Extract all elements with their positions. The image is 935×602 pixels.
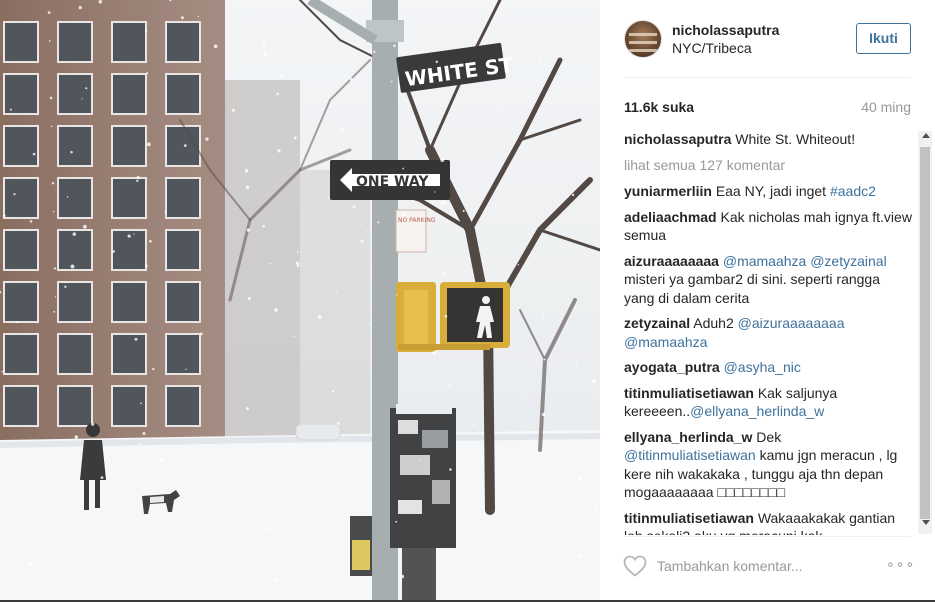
comment-username[interactable]: aizuraaaaaaaa — [624, 253, 719, 269]
comment-item: zetyzainal Aduh2 @aizuraaaaaaaa @mamaahz… — [624, 314, 912, 351]
caption-text: White St. Whiteout! — [735, 131, 856, 147]
mention-link[interactable]: @mamaahza — [723, 253, 806, 269]
comment-item: aizuraaaaaaaa @mamaahza @zetyzainal mist… — [624, 252, 912, 308]
post-time[interactable]: 40 ming — [861, 99, 911, 115]
comment-username[interactable]: adeliaachmad — [624, 209, 717, 225]
comment-username[interactable]: titinmuliatisetiawan — [624, 385, 754, 401]
scroll-down-arrow-icon[interactable] — [922, 520, 930, 525]
post-photo[interactable]: WHITE ST ONE WAY NO PARKING — [0, 0, 600, 600]
mention-link[interactable]: @mamaahza — [624, 334, 707, 350]
comment-username[interactable]: yuniarmerliin — [624, 183, 712, 199]
mention-link[interactable]: @ellyana_herlinda_w — [690, 403, 824, 419]
caption: nicholassaputra White St. Whiteout! — [624, 130, 912, 149]
comments-list: nicholassaputra White St. Whiteout! liha… — [624, 130, 912, 535]
scrollbar-thumb[interactable] — [920, 147, 930, 519]
mention-link[interactable]: @zetyzainal — [810, 253, 886, 269]
comment-username[interactable]: ellyana_herlinda_w — [624, 429, 752, 445]
comment-username[interactable]: zetyzainal — [624, 315, 690, 331]
header-divider — [624, 77, 911, 78]
comment-username[interactable]: titinmuliatisetiawan — [624, 510, 754, 526]
username-link[interactable]: nicholassaputra — [672, 22, 779, 38]
likes-count[interactable]: 11.6k suka — [624, 99, 694, 115]
mention-link[interactable]: @aizuraaaaaaaa — [738, 315, 845, 331]
comment-item: adeliaachmad Kak nicholas mah ignya ft.v… — [624, 208, 912, 245]
post-header: nicholassaputra NYC/Tribeca Ikuti — [624, 20, 911, 76]
footer-divider — [624, 536, 911, 537]
caption-username[interactable]: nicholassaputra — [624, 131, 731, 147]
comment-text: Aduh2 — [693, 315, 738, 331]
snowy-street-photo: WHITE ST ONE WAY NO PARKING — [0, 0, 600, 600]
comment-item: ellyana_herlinda_w Dek @titinmuliatiseti… — [624, 428, 912, 502]
more-options-button[interactable]: ∘∘∘ — [886, 556, 915, 573]
comment-text: Dek — [756, 428, 782, 445]
comment-text: Eaa NY, jadi inget — [715, 183, 830, 199]
comment-item: ayogata_putra @asyha_nic — [624, 358, 912, 377]
add-comment-input[interactable]: Tambahkan komentar... — [657, 558, 803, 574]
follow-button[interactable]: Ikuti — [856, 23, 911, 54]
heart-icon[interactable] — [623, 555, 647, 577]
post-side-panel: nicholassaputra NYC/Tribeca Ikuti 11.6k … — [600, 0, 935, 600]
comment-username[interactable]: ayogata_putra — [624, 359, 720, 375]
view-all-comments-link[interactable]: lihat semua 127 komentar — [624, 156, 912, 175]
scroll-up-arrow-icon[interactable] — [922, 133, 930, 138]
comment-item: titinmuliatisetiawan Wakaaakakak gantian… — [624, 509, 912, 536]
location-link[interactable]: NYC/Tribeca — [672, 40, 752, 56]
mention-link[interactable]: @titinmuliatisetiawan — [624, 447, 756, 463]
comment-text: misteri ya gambar2 di sini. seperti rang… — [624, 271, 881, 306]
avatar[interactable] — [624, 20, 662, 58]
mention-link[interactable]: #aadc2 — [830, 183, 876, 199]
comment-item: yuniarmerliin Eaa NY, jadi inget #aadc2 — [624, 182, 912, 201]
mention-link[interactable]: @asyha_nic — [724, 359, 801, 375]
comment-item: titinmuliatisetiawan Kak saljunya kereee… — [624, 384, 912, 421]
